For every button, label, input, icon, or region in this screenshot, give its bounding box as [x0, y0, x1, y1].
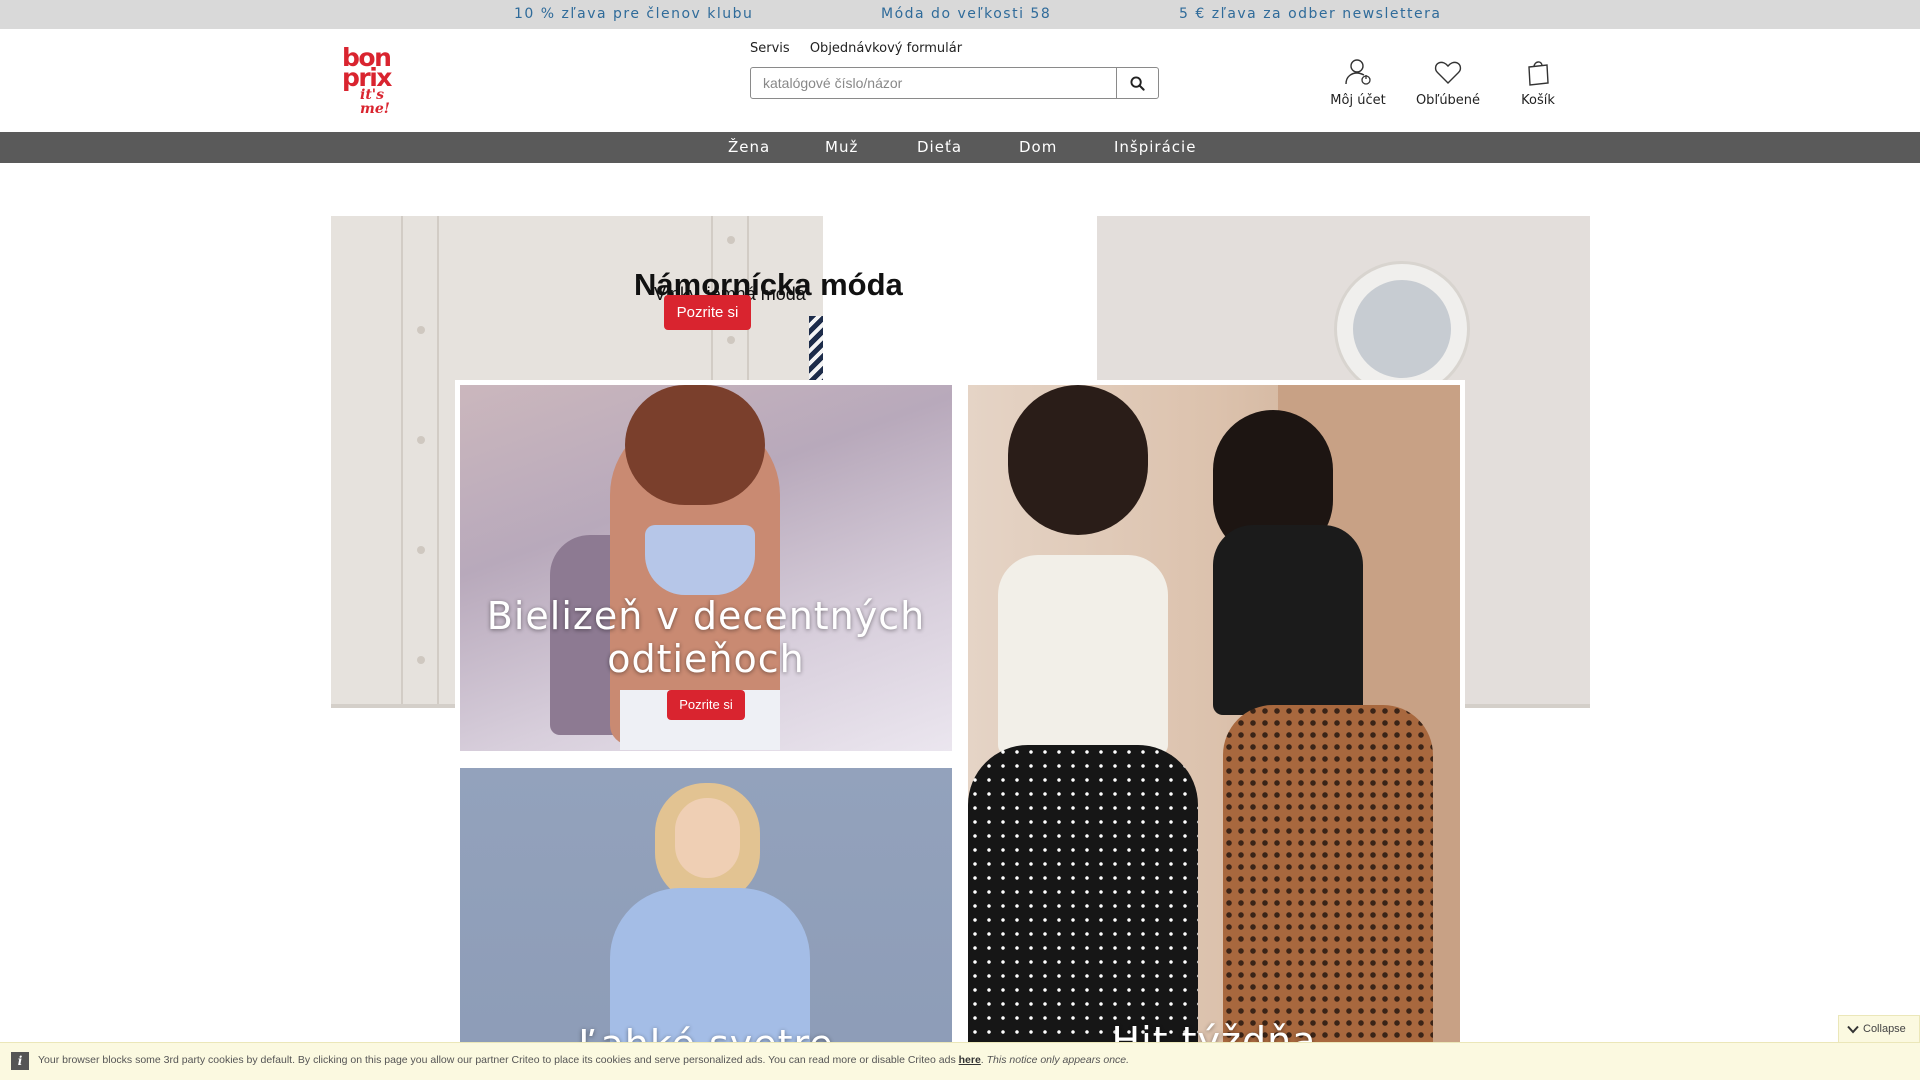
- info-icon: i: [11, 1052, 29, 1070]
- nav-item-women[interactable]: Žena: [728, 132, 770, 163]
- search-button[interactable]: [1116, 68, 1158, 98]
- cart-label: Košík: [1521, 93, 1555, 108]
- tile-lingerie-title: Bielizeň v decentných odtieňoch: [486, 594, 926, 681]
- search-icon: [1130, 75, 1145, 91]
- cookie-collapse-button[interactable]: Collapse: [1838, 1015, 1920, 1042]
- tile-lingerie-button[interactable]: Pozrite si: [667, 690, 745, 720]
- promo-bar: 10 % zľava pre členov klubu Móda do veľk…: [0, 0, 1920, 29]
- porthole-decoration: [1337, 264, 1467, 394]
- favorites-button[interactable]: Obľúbené: [1408, 57, 1488, 108]
- service-link[interactable]: Servis: [750, 41, 790, 56]
- white-tshirt-shape: [998, 555, 1168, 755]
- lingerie-shape: [645, 525, 755, 595]
- decorative-panel-seam: [401, 216, 439, 708]
- nav-item-home[interactable]: Dom: [1019, 132, 1057, 163]
- cookie-here-link[interactable]: here: [959, 1054, 981, 1066]
- search-input[interactable]: [751, 68, 1117, 98]
- cookie-notice-text: Your browser blocks some 3rd party cooki…: [38, 1054, 1130, 1066]
- shopping-bag-icon: [1528, 61, 1549, 86]
- model-hair-shape: [625, 385, 765, 505]
- cookie-main-text: Your browser blocks some 3rd party cooki…: [38, 1054, 959, 1066]
- user-account-icon: [1345, 59, 1371, 85]
- promo-club-discount[interactable]: 10 % zľava pre členov klubu: [514, 0, 753, 29]
- logo-tagline: it's me!: [360, 87, 390, 117]
- main-navigation: Žena Muž Dieťa Dom Inšpirácie: [0, 132, 1920, 163]
- heart-icon: [1434, 61, 1462, 84]
- chevron-down-icon: [1847, 1025, 1859, 1034]
- order-form-link[interactable]: Objednávkový formulár: [810, 41, 962, 56]
- hero-cta-button[interactable]: Pozrite si: [664, 295, 751, 330]
- tile-sweaters[interactable]: Ľahké svetre: [460, 768, 952, 1080]
- model-face-shape: [675, 798, 740, 878]
- promo-newsletter-discount[interactable]: 5 € zľava za odber newslettera: [1179, 0, 1441, 29]
- account-label: Môj účet: [1330, 93, 1386, 108]
- cookie-notice-bar: i Your browser blocks some 3rd party coo…: [0, 1042, 1920, 1080]
- search-box: [750, 67, 1159, 99]
- tile-lingerie[interactable]: Bielizeň v decentných odtieňoch Pozrite …: [460, 385, 952, 751]
- service-links: Servis Objednávkový formulár: [750, 41, 978, 56]
- favorites-label: Obľúbené: [1415, 93, 1481, 108]
- nav-item-kids[interactable]: Dieťa: [917, 132, 962, 163]
- black-tshirt-shape: [1213, 525, 1363, 715]
- nav-item-men[interactable]: Muž: [825, 132, 858, 163]
- nav-item-inspiration[interactable]: Inšpirácie: [1114, 132, 1196, 163]
- promo-size-range[interactable]: Móda do veľkosti 58: [881, 0, 1051, 29]
- tile-week-hit[interactable]: Hit týždňa: [968, 385, 1460, 1080]
- collapse-label: Collapse: [1863, 1023, 1906, 1035]
- site-header: bon prix it's me! Servis Objednávkový fo…: [0, 29, 1920, 132]
- account-button[interactable]: Môj účet: [1318, 57, 1398, 108]
- bonprix-logo[interactable]: bon prix it's me!: [342, 45, 412, 116]
- model1-hair-shape: [1008, 385, 1148, 535]
- cookie-note: This notice only appears once.: [986, 1054, 1130, 1066]
- cart-button[interactable]: Košík: [1498, 57, 1578, 108]
